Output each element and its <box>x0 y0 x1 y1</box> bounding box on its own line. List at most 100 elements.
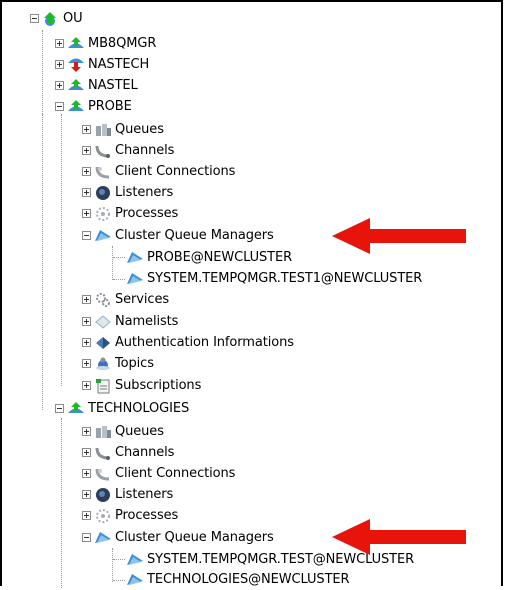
tree-guide-line <box>113 279 125 280</box>
tree-node-label: Subscriptions <box>115 378 202 393</box>
tree-node-probe[interactable]: PROBE <box>55 96 132 117</box>
expand-toggle[interactable] <box>55 81 64 90</box>
tree-node-cluster-queue-managers[interactable]: Cluster Queue Managers <box>82 527 274 548</box>
expand-toggle[interactable] <box>82 167 91 176</box>
tree-node-authentication-informations[interactable]: Authentication Informations <box>82 332 294 353</box>
tree-node-cluster-queue-managers[interactable]: Cluster Queue Managers <box>82 225 274 246</box>
tree-node-namelists[interactable]: Namelists <box>82 311 178 332</box>
topics-icon <box>94 356 112 372</box>
tree-guide-line <box>112 246 113 280</box>
tree-guide-line <box>113 559 125 560</box>
expand-toggle[interactable] <box>82 146 91 155</box>
tree-node-processes[interactable]: Processes <box>82 505 178 526</box>
tree-node-label: Topics <box>115 356 154 371</box>
tree-node-label: Queues <box>115 122 164 137</box>
tree-node-services[interactable]: Services <box>82 289 169 310</box>
tree-node-label: PROBE@NEWCLUSTER <box>147 250 293 265</box>
namelists-icon <box>94 314 112 330</box>
cluster-qmgr-icon <box>126 572 144 588</box>
tree-node-label: Cluster Queue Managers <box>115 228 274 243</box>
client-connections-icon <box>94 466 112 482</box>
subscriptions-icon <box>94 378 112 394</box>
tree-node-label: Cluster Queue Managers <box>115 530 274 545</box>
tree-node-label: Listeners <box>115 487 174 502</box>
expand-toggle[interactable] <box>82 469 91 478</box>
tree-node-cluster-qmgr[interactable]: PROBE@NEWCLUSTER <box>126 247 292 268</box>
qmgr-up-icon <box>67 78 85 94</box>
tree-node-label: Queues <box>115 424 164 439</box>
tree-guide-line <box>42 114 43 410</box>
auth-info-icon <box>94 335 112 351</box>
tree-guide-line <box>112 548 113 582</box>
tree-node-label: Channels <box>115 143 175 158</box>
expand-toggle[interactable] <box>82 209 91 218</box>
expand-toggle[interactable] <box>82 448 91 457</box>
expand-toggle[interactable] <box>55 60 64 69</box>
listeners-icon <box>94 487 112 503</box>
expand-toggle[interactable] <box>55 39 64 48</box>
queues-icon <box>94 424 112 440</box>
tree-node-label: TECHNOLOGIES <box>88 401 190 416</box>
expand-toggle[interactable] <box>82 338 91 347</box>
client-connections-icon <box>94 164 112 180</box>
tree-node-technologies[interactable]: TECHNOLOGIES <box>55 398 189 419</box>
tree-node-label: Authentication Informations <box>115 335 294 350</box>
expand-toggle[interactable] <box>82 427 91 436</box>
tree-node-nastech[interactable]: NASTECH <box>55 54 149 75</box>
processes-icon <box>94 206 112 222</box>
expand-toggle[interactable] <box>82 381 91 390</box>
tree-node-cluster-qmgr[interactable]: SYSTEM.TEMPQMGR.TEST1@NEWCLUSTER <box>126 268 422 289</box>
collapse-toggle[interactable] <box>30 14 39 23</box>
tree-node-client-connections[interactable]: Client Connections <box>82 161 235 182</box>
collapse-toggle[interactable] <box>55 404 64 413</box>
tree-node-label: Client Connections <box>115 164 236 179</box>
tree-node-label: Processes <box>115 508 179 523</box>
tree-guide-line <box>61 114 62 386</box>
qmgr-down-icon <box>67 57 85 73</box>
tree-node-ou[interactable]: OU <box>30 8 83 29</box>
cluster-qmgrs-icon <box>94 530 112 546</box>
expand-toggle[interactable] <box>82 490 91 499</box>
tree-node-queues[interactable]: Queues <box>82 119 164 140</box>
cluster-qmgr-icon <box>126 552 144 568</box>
tree-node-label: SYSTEM.TEMPQMGR.TEST1@NEWCLUSTER <box>147 271 423 286</box>
collapse-toggle[interactable] <box>82 533 91 542</box>
tree-node-label: Client Connections <box>115 466 236 481</box>
tree-node-client-connections[interactable]: Client Connections <box>82 463 235 484</box>
tree-node-nastel[interactable]: NASTEL <box>55 75 138 96</box>
tree-node-label: Channels <box>115 445 175 460</box>
qmgr-up-icon <box>67 36 85 52</box>
tree-node-channels[interactable]: Channels <box>82 442 174 463</box>
collapse-toggle[interactable] <box>55 102 64 111</box>
expand-toggle[interactable] <box>82 359 91 368</box>
tree-node-channels[interactable]: Channels <box>82 140 174 161</box>
expand-toggle[interactable] <box>82 125 91 134</box>
tree-node-listeners[interactable]: Listeners <box>82 484 173 505</box>
channels-icon <box>94 143 112 159</box>
expand-toggle[interactable] <box>82 511 91 520</box>
tree-node-mb8qmgr[interactable]: MB8QMGR <box>55 33 156 54</box>
tree-guide-line <box>113 580 125 581</box>
listeners-icon <box>94 185 112 201</box>
tree-node-label: Namelists <box>115 314 179 329</box>
tree-node-subscriptions[interactable]: Subscriptions <box>82 375 201 396</box>
expand-toggle[interactable] <box>82 317 91 326</box>
services-icon <box>94 292 112 308</box>
tree-node-topics[interactable]: Topics <box>82 353 154 374</box>
cluster-qmgr-icon <box>126 250 144 266</box>
expand-toggle[interactable] <box>82 188 91 197</box>
expand-toggle[interactable] <box>82 295 91 304</box>
queues-icon <box>94 122 112 138</box>
tree-node-label: Services <box>115 292 170 307</box>
tree-node-queues[interactable]: Queues <box>82 421 164 442</box>
tree-node-listeners[interactable]: Listeners <box>82 182 173 203</box>
tree-node-label: TECHNOLOGIES@NEWCLUSTER <box>147 572 350 587</box>
cluster-qmgrs-icon <box>94 228 112 244</box>
qmgr-up-icon <box>42 11 60 27</box>
tree-node-cluster-qmgr[interactable]: TECHNOLOGIES@NEWCLUSTER <box>126 569 350 590</box>
tree-node-processes[interactable]: Processes <box>82 203 178 224</box>
qmgr-up-icon <box>67 99 85 115</box>
collapse-toggle[interactable] <box>82 231 91 240</box>
tree-node-label: MB8QMGR <box>88 36 157 51</box>
tree-guide-line <box>42 30 43 122</box>
